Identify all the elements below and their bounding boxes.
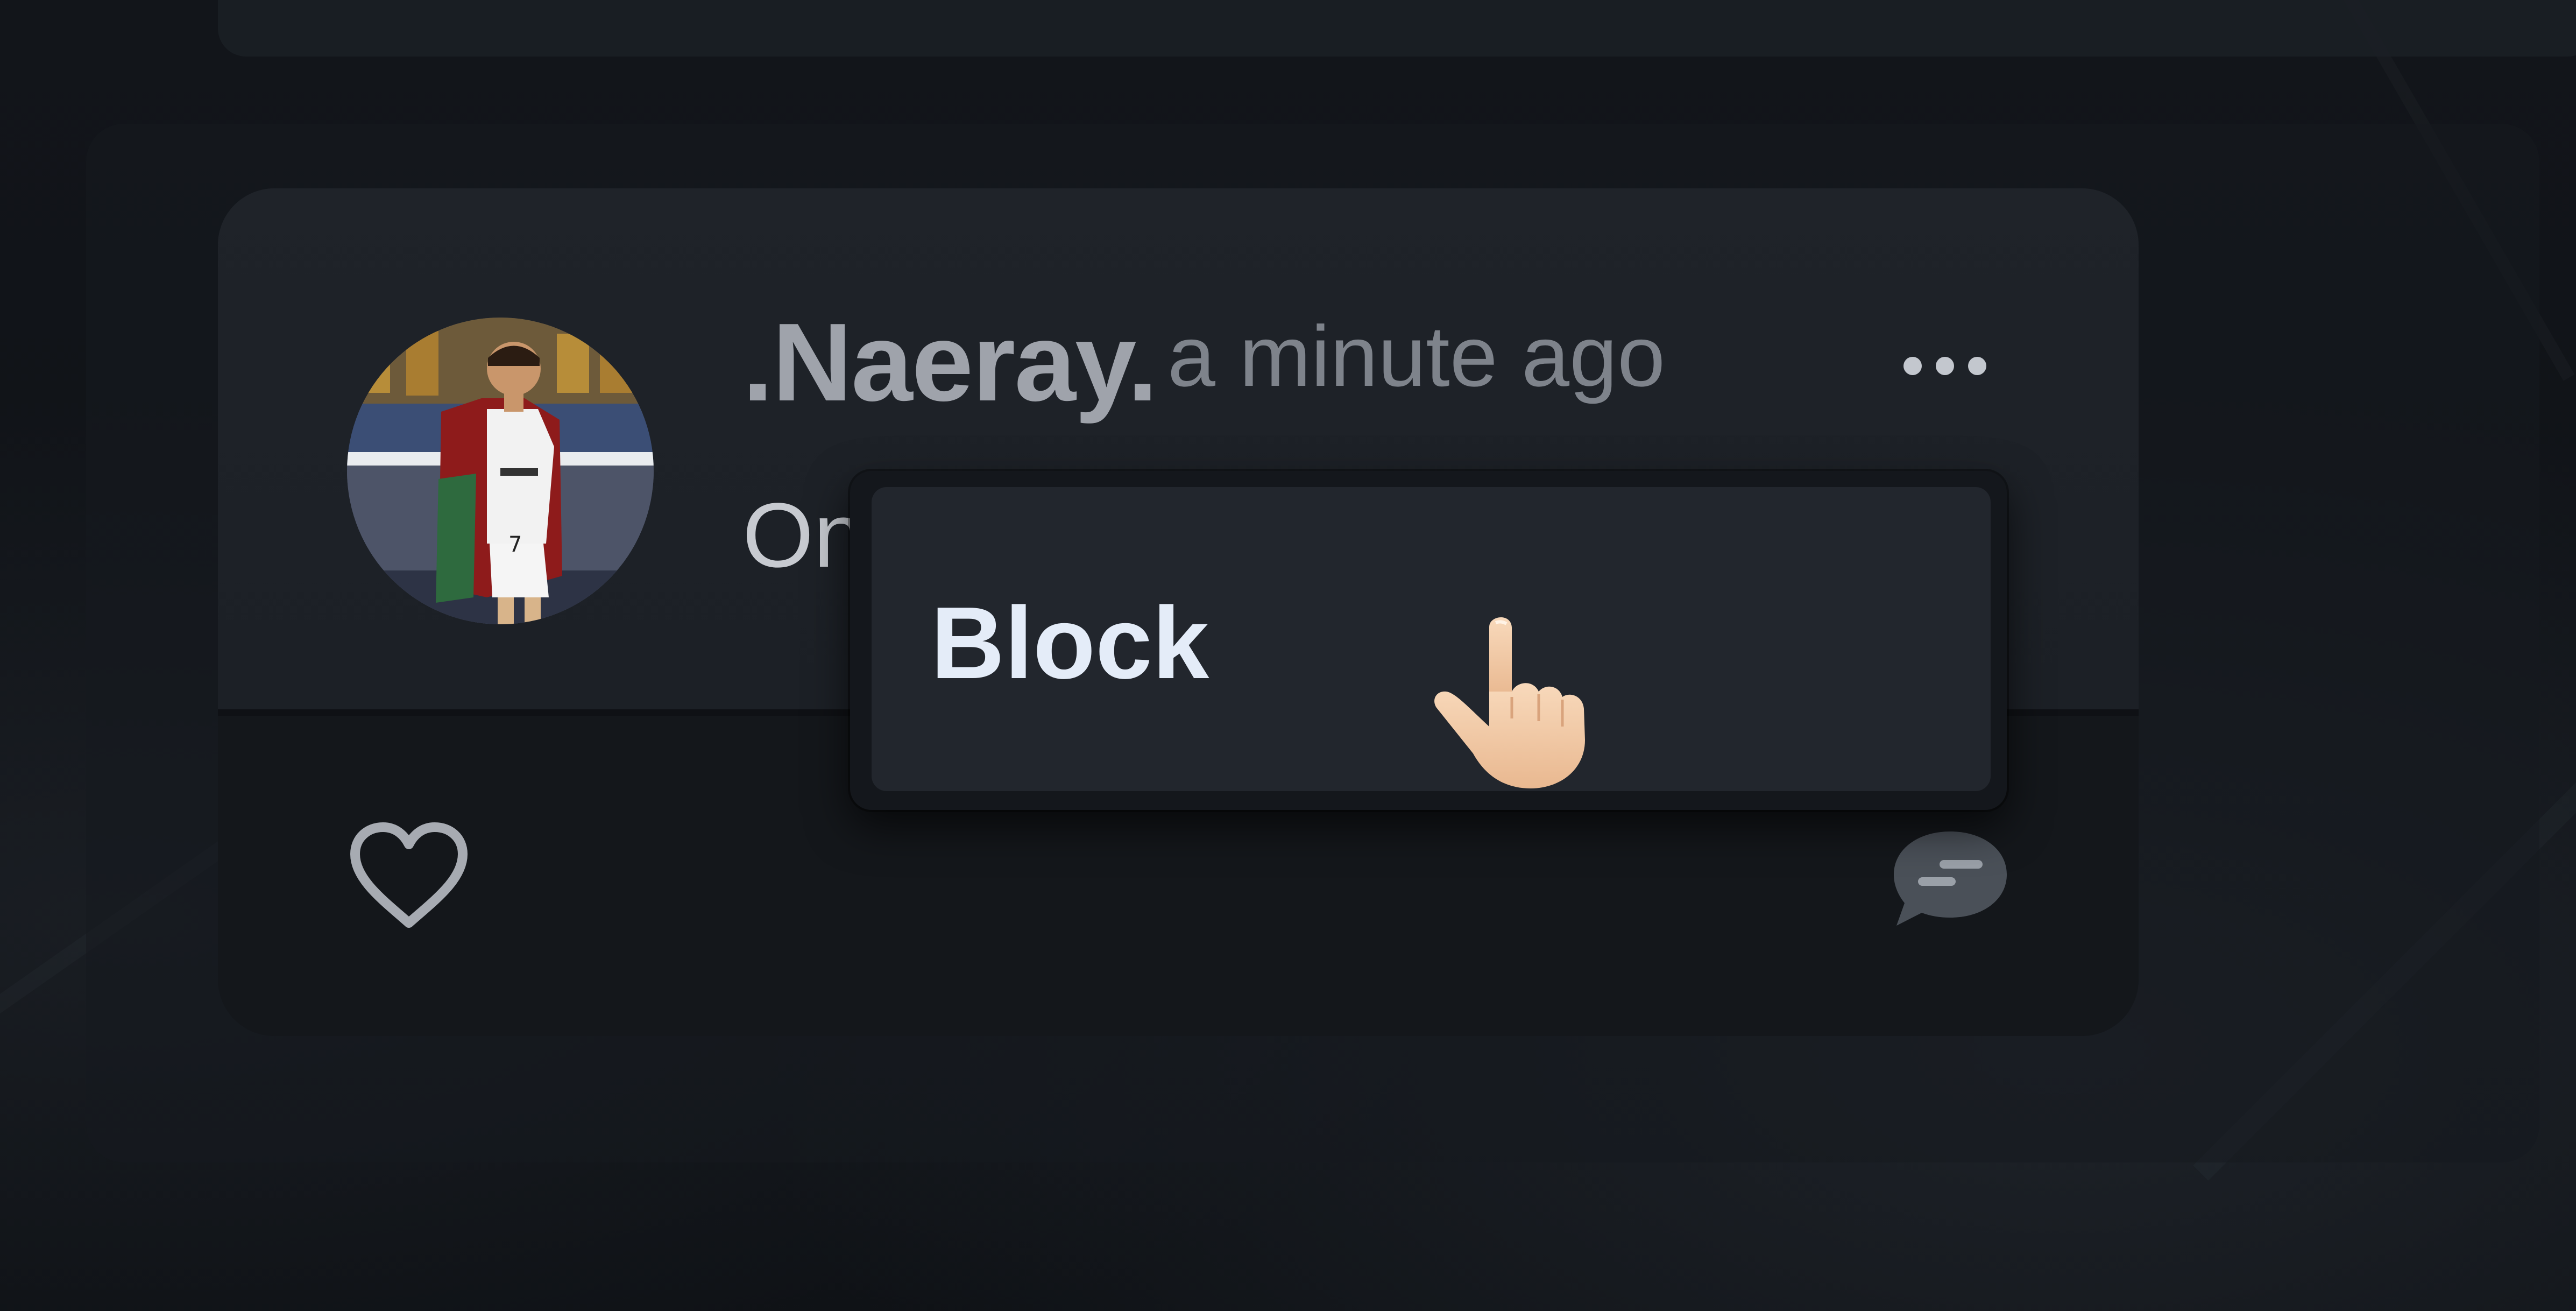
chat-bubble-icon — [1894, 831, 2007, 926]
profile-photo-icon: 7 — [347, 318, 654, 624]
post-timestamp: a minute ago — [1167, 308, 1666, 404]
previous-card — [218, 0, 2576, 57]
comment-button[interactable] — [1888, 823, 2012, 931]
app-background: 7 .Naeray. a minute ago On Block — [0, 0, 2576, 1311]
avatar[interactable]: 7 — [347, 318, 654, 624]
more-options-button[interactable] — [1896, 342, 1993, 390]
username[interactable]: .Naeray. — [742, 307, 1158, 418]
like-button[interactable] — [347, 821, 471, 934]
ellipsis-icon — [1903, 357, 1986, 375]
svg-text:7: 7 — [508, 532, 522, 557]
block-label: Block — [931, 586, 1209, 700]
pointing-hand-cursor-icon — [1426, 616, 1603, 794]
heart-icon — [350, 822, 468, 928]
